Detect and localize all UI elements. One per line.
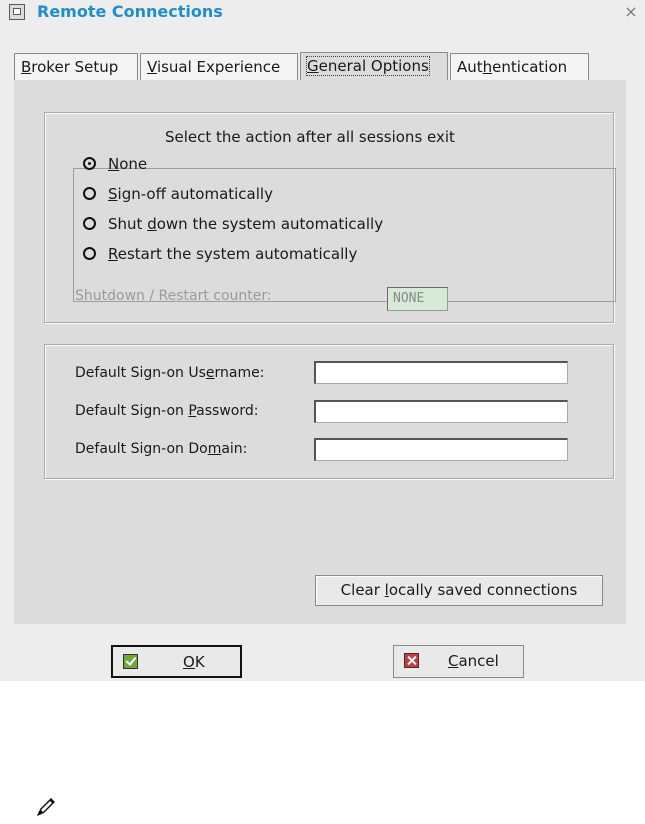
radio-button[interactable] [83, 247, 96, 260]
cancel-button[interactable]: Cancel [393, 645, 524, 678]
radio-label: None [108, 155, 148, 173]
ok-label: OK [183, 653, 205, 671]
radio-button[interactable] [83, 187, 96, 200]
ok-button[interactable]: OK [111, 645, 242, 678]
pencil-note-icon [37, 798, 55, 816]
radio-button[interactable] [83, 217, 96, 230]
domain-field[interactable] [314, 438, 568, 461]
username-label: Default Sign-on Username: [75, 365, 265, 381]
counter-field: NONE [387, 287, 448, 311]
radio-button[interactable] [83, 157, 96, 170]
domain-label: Default Sign-on Domain: [75, 441, 248, 457]
username-field[interactable] [314, 361, 568, 384]
password-field[interactable] [314, 400, 568, 423]
tab-authentication[interactable]: Authentication [450, 53, 589, 81]
title-bar: Remote Connections × [0, 0, 645, 26]
tab-label: Broker Setup [21, 58, 119, 76]
tab-general-options[interactable]: General Options [300, 52, 448, 82]
radio-label: Shut down the system automatically [108, 215, 384, 233]
cancel-label: Cancel [448, 652, 499, 670]
remote-connections-icon [9, 4, 25, 20]
checkmark-icon [123, 654, 138, 669]
password-label: Default Sign-on Password: [75, 403, 259, 419]
close-icon[interactable]: × [623, 4, 639, 20]
radio-label: Restart the system automatically [108, 245, 358, 263]
window-title: Remote Connections [37, 2, 223, 21]
remote-connections-window: Remote Connections × Broker Setup Visual… [0, 0, 645, 681]
counter-label: Shutdown / Restart counter: [75, 288, 272, 304]
tab-visual-experience[interactable]: Visual Experience [140, 53, 298, 81]
x-icon [404, 653, 419, 668]
radio-label: Sign-off automatically [108, 185, 273, 203]
tab-label: Visual Experience [147, 58, 281, 76]
tab-label: Authentication [457, 58, 568, 76]
session-exit-legend: Select the action after all sessions exi… [163, 128, 457, 146]
tab-label: General Options [306, 56, 430, 76]
clear-saved-connections-button[interactable]: Clear locally saved connections [315, 575, 603, 606]
tab-broker-setup[interactable]: Broker Setup [14, 53, 138, 81]
